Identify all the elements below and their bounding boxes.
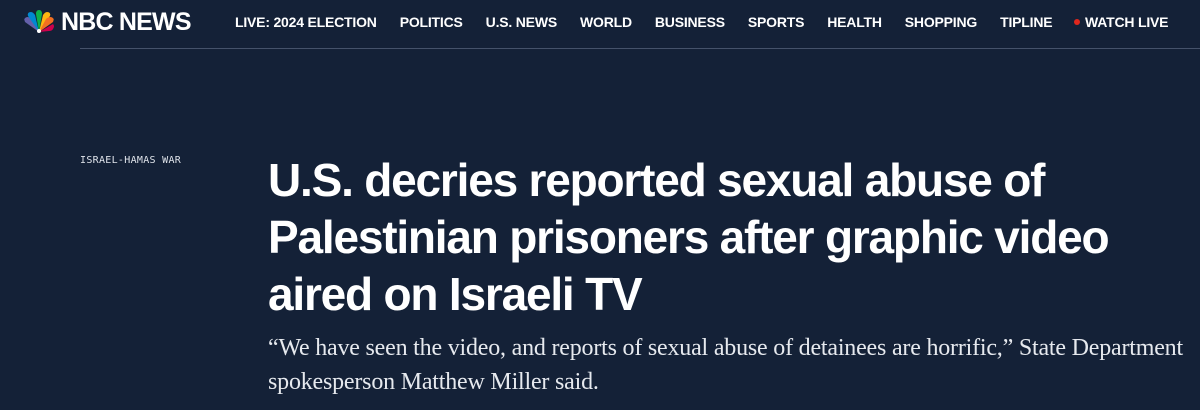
watch-live-label: WATCH LIVE <box>1085 14 1169 30</box>
nav-item-health[interactable]: HEALTH <box>827 13 882 31</box>
nav-item-live-election[interactable]: LIVE: 2024 ELECTION <box>235 13 377 31</box>
watch-live-button[interactable]: WATCH LIVE <box>1074 13 1168 31</box>
article-headline: U.S. decries reported sexual abuse of Pa… <box>268 154 1110 320</box>
nav-item-shopping[interactable]: SHOPPING <box>905 13 978 31</box>
site-header: NBC NEWS LIVE: 2024 ELECTION POLITICS U.… <box>0 0 1200 44</box>
brand-name: NBC NEWS <box>61 8 192 36</box>
article-dek: “We have seen the video, and reports of … <box>268 335 1183 395</box>
nav-item-us-news[interactable]: U.S. NEWS <box>486 13 558 31</box>
nav-item-tipline[interactable]: TIPLINE <box>1000 13 1052 31</box>
nav-item-world[interactable]: WORLD <box>580 13 632 31</box>
nbc-peacock-icon <box>24 10 54 33</box>
header-divider <box>80 48 1200 49</box>
nbc-news-logo[interactable]: NBC NEWS <box>22 7 192 37</box>
nav-item-business[interactable]: BUSINESS <box>655 13 725 31</box>
main-nav: LIVE: 2024 ELECTION POLITICS U.S. NEWS W… <box>235 13 1053 31</box>
section-label[interactable]: ISRAEL-HAMAS WAR <box>80 155 181 166</box>
live-dot-icon <box>1074 19 1080 25</box>
nav-item-sports[interactable]: SPORTS <box>748 13 805 31</box>
nav-item-politics[interactable]: POLITICS <box>400 13 463 31</box>
